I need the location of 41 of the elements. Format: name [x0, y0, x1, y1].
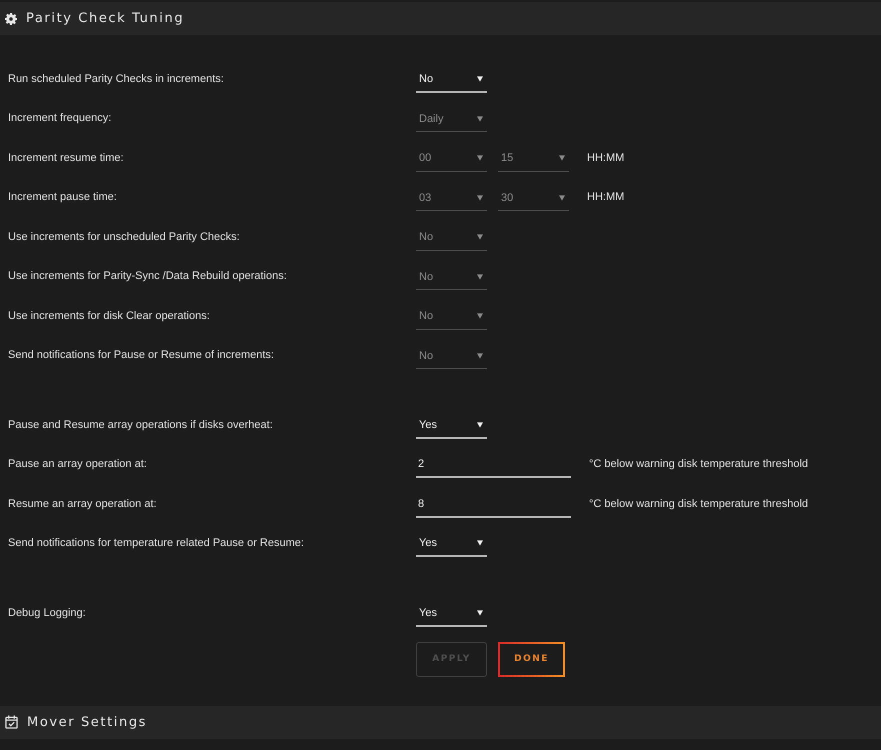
setting-label: Pause an array operation at: — [7, 458, 148, 470]
caret-icon — [477, 274, 483, 280]
setting-label: Run scheduled Parity Checks in increments: — [7, 72, 225, 85]
caret-icon — [559, 194, 565, 201]
dropdown[interactable]: No — [416, 64, 487, 93]
caret-icon — [477, 313, 483, 320]
caret-icon — [477, 76, 483, 82]
unit-text: °C below warning disk temperature threshold — [589, 498, 808, 510]
section-title: Parity Check Tuning — [26, 11, 184, 26]
caret-icon — [477, 352, 483, 359]
setting-label: Send notifications for temperature related Pause or Resume: — [7, 537, 305, 550]
done-button[interactable]: DONE — [498, 642, 565, 676]
setting-label: Use increments for disk Clear operations: — [7, 310, 211, 322]
dropdown[interactable]: Yes — [416, 529, 487, 558]
caret-icon — [477, 610, 483, 616]
calendar-check-icon — [5, 715, 18, 729]
setting-label: Use increments for Parity-Sync /Data Rebuild operations: — [7, 270, 288, 282]
unit-text: HH:MM — [587, 191, 624, 204]
unit-text: °C below warning disk temperature threshold — [589, 458, 808, 470]
setting-label: Use increments for unscheduled Parity Checks: — [7, 230, 241, 243]
dropdown[interactable]: Yes — [416, 410, 487, 439]
number-input-field[interactable]: 8 — [416, 490, 571, 518]
caret-icon — [477, 155, 483, 162]
caret-icon — [559, 155, 565, 162]
caret-icon — [477, 540, 483, 546]
unit-text: HH:MM — [587, 152, 624, 164]
setting-label: Debug Logging: — [7, 606, 87, 619]
caret-icon — [477, 234, 483, 240]
setting-label: Increment resume time: — [7, 152, 125, 164]
setting-label: Pause and Resume array operations if disks overheat: — [7, 418, 274, 431]
gear-icon — [5, 12, 17, 24]
caret-icon — [477, 116, 483, 122]
setting-label: Resume an array operation at: — [7, 498, 158, 510]
caret-icon — [477, 422, 483, 428]
dropdown[interactable]: Yes — [416, 598, 487, 627]
section-title: Mover Settings — [27, 714, 148, 730]
number-input-field[interactable]: 2 — [416, 450, 571, 478]
caret-icon — [477, 194, 483, 201]
setting-label: Send notifications for Pause or Resume of increments: — [7, 349, 275, 362]
setting-label: Increment frequency: — [7, 112, 112, 124]
setting-label: Increment pause time: — [7, 191, 118, 204]
